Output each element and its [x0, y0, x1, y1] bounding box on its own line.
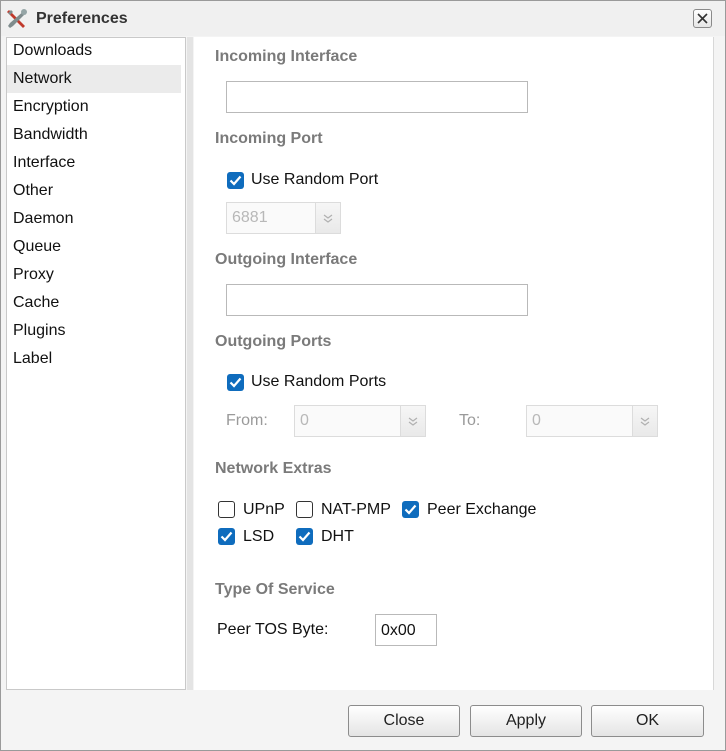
sidebar-item-other[interactable]: Other	[7, 177, 181, 205]
sidebar-item-label: Cache	[13, 294, 60, 311]
sidebar-item-cache[interactable]: Cache	[7, 289, 181, 317]
spinner-arrows-icon[interactable]	[632, 406, 657, 436]
peer-tos-byte-label: Peer TOS Byte:	[217, 621, 329, 638]
sidebar-item-label: Daemon	[13, 210, 74, 227]
sidebar-item-label: Other	[13, 182, 54, 199]
apply-button[interactable]: Apply	[470, 705, 582, 737]
incoming-interface-input[interactable]	[226, 81, 528, 113]
dht-checkbox[interactable]	[296, 528, 313, 545]
use-random-ports-checkbox[interactable]	[227, 374, 244, 391]
use-random-port-checkbox[interactable]	[227, 172, 244, 189]
peer-tos-byte-input[interactable]: 0x00	[375, 614, 437, 646]
sidebar-item-plugins[interactable]: Plugins	[7, 317, 181, 345]
sidebar-item-queue[interactable]: Queue	[7, 233, 181, 261]
sidebar-item-bandwidth[interactable]: Bandwidth	[7, 121, 181, 149]
sidebar-item-label: Interface	[13, 154, 76, 171]
dht-label: DHT	[321, 528, 354, 545]
sidebar-item-encryption[interactable]: Encryption	[7, 93, 181, 121]
spinner-arrows-icon[interactable]	[315, 203, 340, 233]
outgoing-interface-input[interactable]	[226, 284, 528, 316]
lsd-checkbox[interactable]	[218, 528, 235, 545]
sidebar-item-label: Plugins	[13, 322, 66, 339]
ok-button[interactable]: OK	[591, 705, 704, 737]
natpmp-label: NAT-PMP	[321, 501, 391, 518]
from-port-spinner[interactable]: 0	[294, 405, 426, 437]
use-random-port-label: Use Random Port	[251, 171, 379, 188]
peer-exchange-checkbox[interactable]	[402, 501, 419, 518]
sidebar-item-downloads[interactable]: Downloads	[7, 37, 181, 65]
sidebar-item-network[interactable]: Network	[7, 65, 181, 93]
spinner-arrows-icon[interactable]	[400, 406, 425, 436]
peer-tos-byte-value: 0x00	[381, 622, 416, 639]
lsd-label: LSD	[243, 528, 275, 545]
preferences-window: Preferences Downloads Network Encryption Ba…	[0, 0, 726, 751]
sidebar-item-label: Network	[13, 70, 72, 87]
sidebar-item-label: Label	[13, 350, 53, 367]
to-label: To:	[459, 412, 481, 429]
close-icon[interactable]	[693, 9, 712, 28]
network-extras-heading: Network Extras	[215, 460, 332, 477]
sidebar-item-label: Downloads	[13, 42, 93, 59]
sidebar-item-proxy[interactable]: Proxy	[7, 261, 181, 289]
sidebar-item-daemon[interactable]: Daemon	[7, 205, 181, 233]
sidebar-item-label: Bandwidth	[13, 126, 88, 143]
upnp-checkbox[interactable]	[218, 501, 235, 518]
from-port-value: 0	[300, 412, 309, 429]
incoming-port-spinner[interactable]: 6881	[226, 202, 341, 234]
sidebar-item-interface[interactable]: Interface	[7, 149, 181, 177]
title-bar: Preferences	[1, 1, 725, 36]
close-button[interactable]: Close	[348, 705, 460, 737]
natpmp-checkbox[interactable]	[296, 501, 313, 518]
sidebar-item-label: Queue	[13, 238, 62, 255]
to-port-spinner[interactable]: 0	[526, 405, 658, 437]
to-port-value: 0	[532, 412, 541, 429]
incoming-port-heading: Incoming Port	[215, 130, 323, 147]
peer-exchange-label: Peer Exchange	[427, 501, 537, 518]
from-label: From:	[226, 412, 268, 429]
incoming-port-value: 6881	[232, 209, 268, 226]
sidebar-item-label[interactable]: Label	[7, 345, 181, 373]
wrench-screwdriver-icon	[5, 7, 29, 31]
sidebar-item-label: Encryption	[13, 98, 89, 115]
sidebar-item-label: Proxy	[13, 266, 54, 283]
type-of-service-heading: Type Of Service	[215, 581, 335, 598]
upnp-label: UPnP	[243, 501, 285, 518]
outgoing-ports-heading: Outgoing Ports	[215, 333, 332, 350]
sidebar-scrollbar[interactable]	[187, 37, 193, 690]
incoming-interface-heading: Incoming Interface	[215, 48, 358, 65]
panel-scrollbar[interactable]	[713, 37, 714, 690]
outgoing-interface-heading: Outgoing Interface	[215, 251, 358, 268]
use-random-ports-label: Use Random Ports	[251, 373, 387, 390]
window-title: Preferences	[36, 10, 128, 27]
